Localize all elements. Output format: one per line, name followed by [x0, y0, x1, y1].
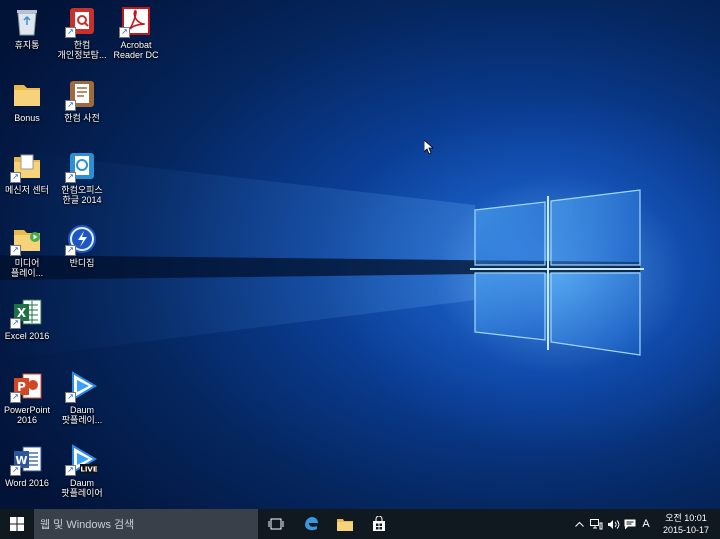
- icon-label: 한컴 사전: [64, 113, 100, 123]
- store-icon: [373, 516, 385, 531]
- network-icon: [589, 518, 602, 529]
- excel-icon: X ↗: [10, 296, 43, 329]
- powerpoint-icon: P ↗: [10, 370, 43, 403]
- desktop-icon-hancom-dictionary[interactable]: ↗ 한컴 사전: [56, 78, 108, 123]
- ime-indicator-label: A: [642, 518, 650, 530]
- desktop-icon-recycle-bin[interactable]: 휴지통: [1, 5, 53, 50]
- edge-icon: [305, 517, 318, 531]
- edge-taskbar-button[interactable]: [295, 509, 327, 539]
- desktop-icon-word[interactable]: W ↗ Word 2016: [1, 443, 53, 488]
- network-tray-button[interactable]: [588, 509, 604, 539]
- desktop-icon-hangul-2014[interactable]: ↗ 한컴오피스 한글 2014: [56, 150, 108, 205]
- clock[interactable]: 오전 10:01 2015-10-17: [656, 512, 716, 536]
- folder-icon: [337, 519, 353, 531]
- desktop: 휴지통 Bonus ↗ 메신저 센터 ↗ 미디어 플레이... X ↗ Excel…: [0, 0, 720, 509]
- recycle-bin-icon: [11, 5, 43, 37]
- shortcut-arrow-icon: ↗: [65, 465, 76, 476]
- clock-date: 2015-10-17: [662, 525, 710, 535]
- task-view-icon: [268, 518, 284, 530]
- clock-time: 오전 10:01: [665, 513, 707, 523]
- message-icon: [624, 519, 636, 529]
- icon-label: 한컴 개인정보탐...: [57, 40, 107, 60]
- shortcut-arrow-icon: ↗: [10, 392, 21, 403]
- hancom-privacy-icon: ↗: [65, 5, 98, 38]
- wallpaper-windows-logo: [0, 150, 644, 360]
- word-icon: W ↗: [10, 443, 43, 476]
- shortcut-arrow-icon: ↗: [65, 392, 76, 403]
- windows-logo-icon: [10, 517, 24, 531]
- shortcut-arrow-icon: ↗: [10, 465, 21, 476]
- shortcut-arrow-icon: ↗: [65, 27, 76, 38]
- acrobat-icon: ↗: [119, 5, 152, 38]
- mouse-cursor-icon: [423, 139, 435, 160]
- ime-indicator[interactable]: A: [639, 509, 653, 539]
- task-view-button[interactable]: [260, 509, 292, 539]
- svg-text:LIVE: LIVE: [80, 466, 97, 474]
- dictionary-icon: ↗: [65, 78, 98, 111]
- shortcut-arrow-icon: ↗: [10, 318, 21, 329]
- taskbar: 웹 및 Windows 검색 A 오전 10:01 2015-10-17: [0, 509, 720, 539]
- search-box[interactable]: 웹 및 Windows 검색: [34, 509, 258, 539]
- icon-label: Word 2016: [5, 478, 49, 488]
- chevron-up-icon: [574, 521, 584, 527]
- icon-label: 반디집: [69, 258, 95, 268]
- desktop-icon-daum-potplayer[interactable]: ↗ Daum 팟플레이...: [56, 370, 108, 425]
- icon-label: 한컴오피스 한글 2014: [61, 185, 103, 205]
- start-button[interactable]: [0, 509, 34, 539]
- file-explorer-taskbar-button[interactable]: [329, 509, 361, 539]
- store-taskbar-button[interactable]: [363, 509, 395, 539]
- shortcut-arrow-icon: ↗: [65, 172, 76, 183]
- desktop-icon-media-player[interactable]: ↗ 미디어 플레이...: [1, 223, 53, 278]
- desktop-icon-excel[interactable]: X ↗ Excel 2016: [1, 296, 53, 341]
- desktop-icon-bonus-folder[interactable]: Bonus: [1, 78, 53, 123]
- folder-media-icon: ↗: [10, 223, 43, 256]
- action-center-tray-button[interactable]: [622, 509, 638, 539]
- folder-icon: ↗: [10, 150, 43, 183]
- volume-tray-button[interactable]: [605, 509, 621, 539]
- hangul-icon: ↗: [65, 150, 98, 183]
- icon-label: Excel 2016: [4, 331, 50, 341]
- icon-label: Daum 팟플레이어: [61, 478, 103, 498]
- shortcut-arrow-icon: ↗: [119, 27, 130, 38]
- icon-label: 미디어 플레이...: [10, 258, 44, 278]
- desktop-icon-acrobat-reader[interactable]: ↗ Acrobat Reader DC: [110, 5, 162, 60]
- desktop-icon-messenger-center[interactable]: ↗ 메신저 센터: [1, 150, 53, 195]
- potplayer-icon: ↗: [65, 370, 98, 403]
- desktop-icon-hancom-privacy[interactable]: ↗ 한컴 개인정보탐...: [56, 5, 108, 60]
- folder-icon: [11, 78, 43, 110]
- icon-label: Daum 팟플레이...: [61, 405, 103, 425]
- icon-label: 휴지통: [14, 40, 40, 50]
- icon-label: 메신저 센터: [5, 185, 49, 195]
- bandizip-icon: ↗: [65, 223, 98, 256]
- icon-label: Bonus: [14, 113, 40, 123]
- shortcut-arrow-icon: ↗: [10, 172, 21, 183]
- speaker-icon: [607, 519, 619, 529]
- search-placeholder: 웹 및 Windows 검색: [40, 519, 135, 531]
- shortcut-arrow-icon: ↗: [65, 245, 76, 256]
- icon-label: PowerPoint 2016: [3, 405, 51, 425]
- shortcut-arrow-icon: ↗: [65, 100, 76, 111]
- show-hidden-icons-button[interactable]: [572, 509, 586, 539]
- desktop-icon-daum-potplayer-live[interactable]: LIVE ↗ Daum 팟플레이어: [56, 443, 108, 498]
- icon-label: Acrobat Reader DC: [113, 40, 159, 60]
- desktop-icon-powerpoint[interactable]: P ↗ PowerPoint 2016: [1, 370, 53, 425]
- potplayer-live-icon: LIVE ↗: [65, 443, 98, 476]
- desktop-icon-bandizip[interactable]: ↗ 반디집: [56, 223, 108, 268]
- shortcut-arrow-icon: ↗: [10, 245, 21, 256]
